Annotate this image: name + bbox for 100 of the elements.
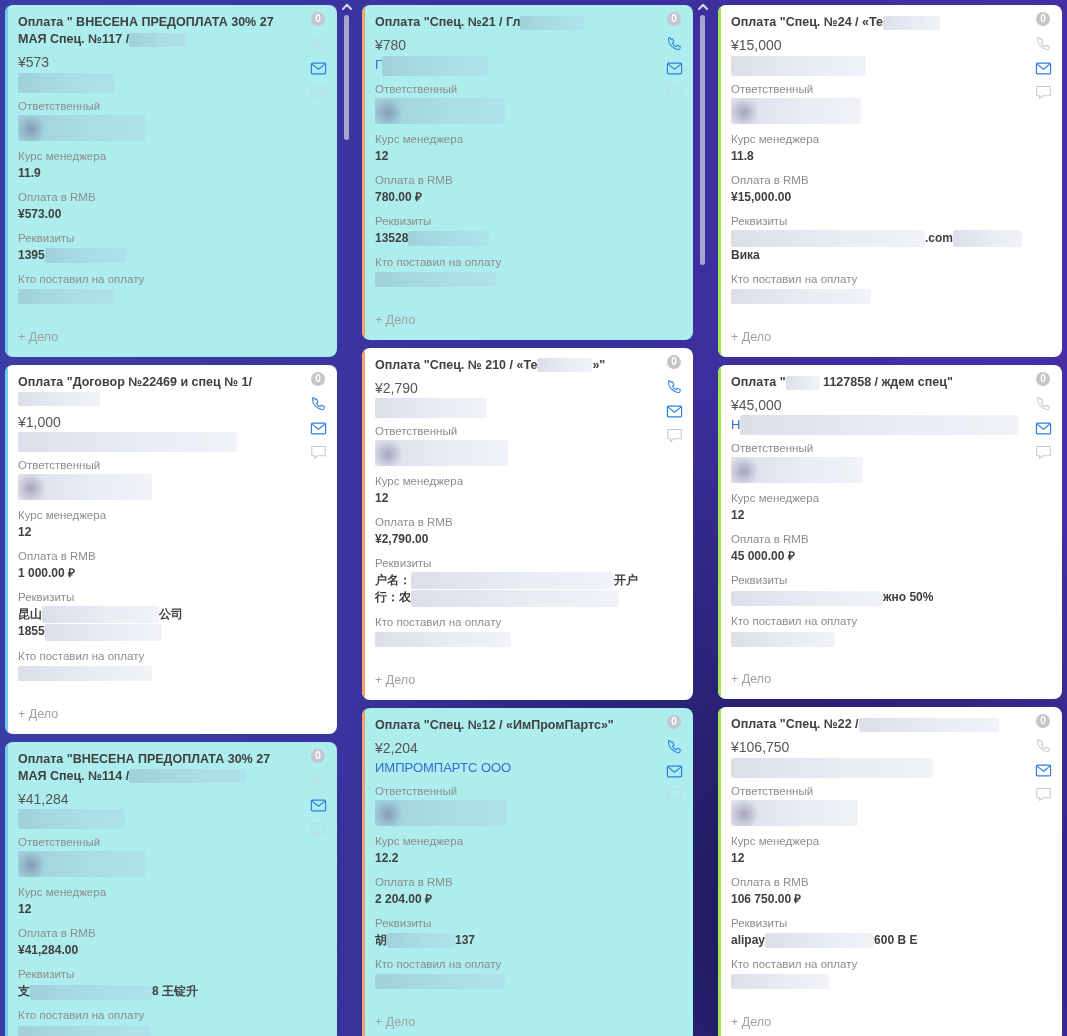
card-title[interactable]: Оплата "Договор №22469 и спец № 1/	[18, 373, 299, 408]
field-value: 户名：	[375, 573, 411, 588]
deal-card[interactable]: Оплата "ВНЕСЕНА ПРЕДОПЛАТА 30% 27 МАЯ Спец. №114 / ¥41,284 Ответственный Курс менеджера 12 Оплата в RMB ¥41,284.00 Реквизиты 支 8 王锭升 Кто поставил на оплату 0	[5, 741, 337, 1036]
counter-badge: 0	[311, 12, 325, 26]
mail-icon[interactable]	[665, 60, 683, 77]
deal-card[interactable]: Оплата "Договор №22469 и спец № 1/ ¥1,000 Ответственный Курс менеджера 12 Оплата в RMB 1 000.00 ₽ Реквизиты 昆山 公司 1855 Кто поставил на оплату + Дело 0	[5, 364, 337, 734]
redaction-blur	[785, 375, 820, 390]
amount-text: ¥2,204	[375, 738, 419, 758]
counter-badge: 0	[311, 371, 325, 386]
chat-icon[interactable]	[309, 443, 327, 461]
field-label: Реквизиты	[375, 915, 433, 931]
field-label: Реквизиты	[731, 213, 789, 229]
counter-badge: 0	[667, 354, 681, 369]
chat-icon[interactable]	[1034, 84, 1052, 101]
field-value: Вика	[731, 247, 760, 262]
field-label: Оплата в RMB	[18, 189, 97, 205]
redaction-blur	[953, 229, 1022, 247]
mail-icon[interactable]	[309, 60, 327, 77]
deal-card[interactable]: Оплата "Спец. №21 / Гл ¥780 Г Ответственный Курс менеджера 12 Оплата в RMB 780.00 ₽ Реквизиты 13528 Кто поставил на оплату + Дело 0	[362, 5, 693, 340]
amount-text: ¥15,000	[731, 36, 783, 55]
scroll-up-icon[interactable]	[341, 3, 352, 10]
deal-card[interactable]: Оплата "Спец. № 210 / «Те »" ¥2,790 Ответственный Курс менеджера 12 Оплата в RMB ¥2,790.00 Реквизиты 户名： 开户 行：农 Кто поставил на оплату + Дело 0	[362, 347, 693, 700]
card-title[interactable]: Оплата "Спец. № 210 / «Те »"	[375, 356, 655, 374]
field-label: Курс менеджера	[375, 131, 465, 147]
field-label: Реквизиты	[731, 573, 789, 589]
amount-text: ¥41,284	[18, 789, 70, 809]
card-title[interactable]: Оплата " 1127858 / ждем спец"	[731, 373, 1024, 391]
amount-text: ¥45,000	[731, 395, 783, 415]
chat-icon[interactable]	[665, 426, 683, 444]
amount-text: ¥1,000	[18, 412, 62, 432]
redaction-blur	[537, 358, 593, 373]
counter-badge: 0	[1036, 371, 1050, 386]
field-label: Курс менеджера	[375, 474, 465, 490]
company-link[interactable]: Н	[731, 416, 1020, 432]
field-label: Кто поставил на оплату	[731, 271, 859, 287]
phone-icon[interactable]	[1034, 36, 1052, 53]
field-value: 106 750.00 ₽	[731, 892, 802, 906]
phone-icon[interactable]	[665, 36, 683, 53]
field-label: Кто поставил на оплату	[375, 254, 503, 270]
field-label: Ответственный	[731, 784, 815, 799]
chat-icon[interactable]	[1034, 786, 1052, 804]
field-label: Оплата в RMB	[375, 172, 454, 188]
redaction-blur	[883, 15, 940, 30]
field-value: 昆山	[18, 607, 42, 622]
mail-icon[interactable]	[1034, 60, 1052, 77]
field-value: ¥15,000.00	[731, 189, 792, 204]
card-title[interactable]: Оплата "Спец. №24 / «Те	[731, 14, 1024, 31]
field-label: Ответственный	[731, 81, 815, 97]
field-label: Реквизиты	[18, 967, 76, 983]
field-value: 8 王锭升	[152, 984, 198, 999]
field-value: 600 B E	[874, 933, 918, 947]
scrollbar-thumb[interactable]	[700, 15, 705, 265]
counter-badge: 0	[1036, 714, 1050, 729]
field-value: 1855	[18, 624, 45, 639]
deal-card[interactable]: Оплата " ВНЕСЕНА ПРЕДОПЛАТА 30% 27 МАЯ Спец. №117 / ¥573 Ответственный Курс менеджера 11.9 Оплата в RMB ¥573.00 Реквизиты 1395 Кто поставил на оплату + Дело 0	[5, 5, 337, 357]
field-value: 780.00 ₽	[375, 189, 423, 204]
field-value: 公司	[159, 607, 183, 622]
field-value: alipay	[731, 933, 766, 947]
card-title[interactable]: Оплата "ВНЕСЕНА ПРЕДОПЛАТА 30% 27 МАЯ Спец. №114 /	[18, 750, 299, 785]
card-title[interactable]: Оплата "Спец. №21 / Гл	[375, 14, 655, 31]
field-label: Кто поставил на оплату	[375, 956, 503, 972]
field-label: Оплата в RMB	[375, 515, 454, 531]
field-label: Курс менеджера	[731, 491, 821, 507]
field-label: Ответственный	[375, 424, 459, 440]
counter-badge: 0	[311, 748, 325, 763]
field-label: Курс менеджера	[731, 834, 821, 849]
phone-icon[interactable]	[665, 738, 683, 756]
field-label: Курс менеджера	[18, 148, 108, 164]
company-link[interactable]: Г	[375, 57, 489, 72]
field-label: Реквизиты	[731, 916, 789, 931]
field-label: Курс менеджера	[375, 833, 465, 849]
field-value: ¥41,284.00	[18, 943, 79, 958]
field-label: Ответственный	[375, 81, 459, 97]
company-link[interactable]: ИМПРОМПАРТС ООО	[375, 759, 512, 775]
field-label: Оплата в RMB	[731, 172, 810, 188]
field-value: 12	[375, 491, 389, 506]
field-label: Курс менеджера	[18, 885, 108, 901]
card-title[interactable]: Оплата " ВНЕСЕНА ПРЕДОПЛАТА 30% 27 МАЯ Спец. №117 /	[18, 14, 299, 48]
counter-badge: 0	[667, 12, 681, 26]
phone-icon[interactable]	[309, 395, 327, 413]
deal-card[interactable]: Оплата "Спец. №12 / «ИмПромПартс»" ¥2,204 ИМПРОМПАРТС ООО Ответственный Курс менеджера 12.2 Оплата в RMB 2 204.00 ₽ Реквизиты 胡 137 Кто поставил на оплату + Дело 0	[362, 707, 693, 1036]
field-label: Кто поставил на оплату	[18, 1008, 146, 1024]
redaction-blur	[387, 933, 455, 949]
card-title[interactable]: Оплата "Спец. №12 / «ИмПромПартс»"	[375, 716, 655, 734]
deal-card[interactable]: Оплата "Спец. №22 / ¥106,750 Ответственный Курс менеджера 12 Оплата в RMB 106 750.00 ₽ Реквизиты alipay 600 B E Кто поставил на оплату + Дело 0	[718, 707, 1062, 1036]
phone-icon[interactable]	[665, 378, 683, 396]
chat-icon[interactable]	[1034, 443, 1052, 461]
field-value: 胡	[375, 932, 387, 947]
field-value: 1 000.00 ₽	[18, 566, 76, 581]
field-label: Ответственный	[18, 98, 102, 114]
card-title[interactable]: Оплата "Спец. №22 /	[731, 716, 1024, 734]
scrollbar-thumb[interactable]	[344, 15, 349, 140]
deal-card[interactable]: Оплата " 1127858 / ждем спец" ¥45,000 Н Ответственный Курс менеджера 12 Оплата в RMB 45 000.00 ₽ Реквизиты жно 50% Кто поставил на оплату + Дело 0	[718, 364, 1062, 700]
counter-badge: 0	[1036, 12, 1050, 26]
deal-card[interactable]: Оплата "Спец. №24 / «Те ¥15,000 Ответственный Курс менеджера 11.8 Оплата в RMB ¥15,000.00 Реквизиты .com Вика Кто поставил на оплату + Дело 0	[718, 5, 1062, 357]
amount-text: ¥2,790	[375, 378, 419, 398]
field-label: Ответственный	[18, 835, 102, 851]
field-label: Кто поставил на оплату	[18, 271, 146, 287]
scroll-up-icon[interactable]	[697, 3, 708, 10]
phone-icon[interactable]	[1034, 395, 1052, 413]
